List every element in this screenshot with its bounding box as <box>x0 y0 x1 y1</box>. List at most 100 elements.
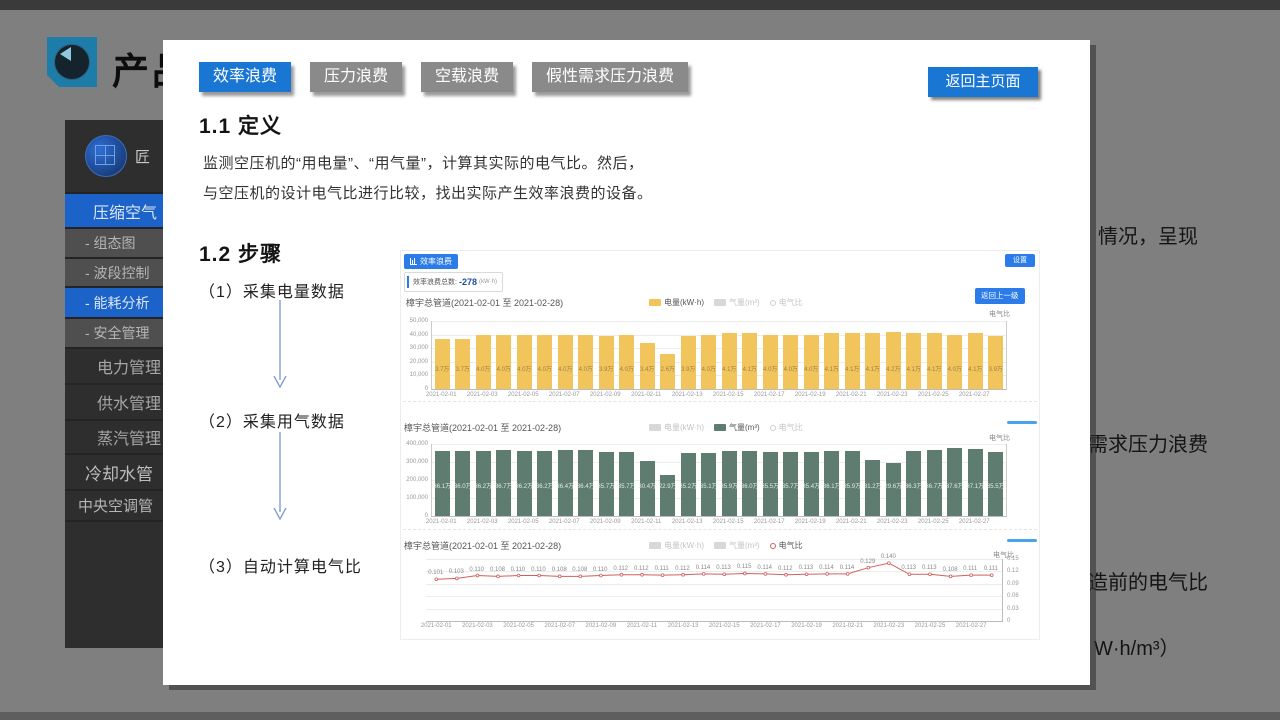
bar-value-label: 4.1万 <box>842 364 863 373</box>
bar: 4.0万 <box>558 335 573 389</box>
bar-value-label: 4.1万 <box>924 364 945 373</box>
x-axis-label: 2021-02-23 <box>867 623 911 629</box>
bar: 4.0万 <box>783 335 798 389</box>
bar-value-label: 4.0万 <box>555 364 576 373</box>
legend-label: 电量(kW·h) <box>664 540 704 551</box>
x-axis-label: 2021-02-23 <box>870 392 914 398</box>
bar: 35.4万 <box>804 452 819 516</box>
sidebar-item-energy-analysis[interactable]: - 能耗分析 <box>65 288 163 319</box>
section-divider <box>403 529 1037 530</box>
x-axis-label: 2021-02-01 <box>419 519 463 525</box>
sidebar-item-compressed-air[interactable]: 压缩空气 <box>65 194 163 229</box>
legend-item[interactable]: 电量(kW·h) <box>649 297 704 308</box>
y-axis-label: 300,000 <box>406 459 428 465</box>
x-axis-label: 2021-02-07 <box>538 623 582 629</box>
tab-pressure-waste[interactable]: 压力浪费 <box>310 62 402 92</box>
definition-line-1: 监测空压机的“用电量”、“用气量”，计算其实际的电气比。然后， <box>203 152 643 173</box>
chart-legend[interactable]: 电量(kW·h) 气量(m³) 电气比 <box>649 540 803 551</box>
bar: 4.2万 <box>886 332 901 389</box>
y-axis-label: 0.12 <box>1007 568 1019 574</box>
x-axis-label: 2021-02-13 <box>661 623 705 629</box>
settings-button[interactable]: 设置 <box>1005 254 1035 267</box>
legend-item[interactable]: 电量(kW·h) <box>649 422 704 433</box>
x-axis-label: 2021-02-21 <box>826 623 870 629</box>
bar-value-label: 4.0万 <box>760 364 781 373</box>
x-axis-label: 2021-02-15 <box>706 392 750 398</box>
bar-chart-icon <box>410 258 417 265</box>
bar-value-label: 4.0万 <box>534 364 555 373</box>
legend-item[interactable]: 电气比 <box>770 540 803 551</box>
tab-idle-waste[interactable]: 空载浪费 <box>421 62 513 92</box>
bar-value-label: 37.1万 <box>965 481 986 490</box>
bar: 36.0万 <box>742 451 757 516</box>
bar: 4.0万 <box>578 335 593 389</box>
bar-value-label: 3.7万 <box>432 364 453 373</box>
bar: 36.0万 <box>455 451 470 516</box>
summary-label: 效率浪费总数: <box>413 277 457 287</box>
sidebar-item-safety[interactable]: - 安全管理 <box>65 319 163 349</box>
bar: 4.0万 <box>496 335 511 389</box>
legend-item[interactable]: 气量(m³) <box>714 422 760 433</box>
y-axis-label: 0 <box>1007 618 1010 624</box>
bar: 35.7万 <box>619 452 634 516</box>
app-badge-label: 效率浪费 <box>420 256 452 267</box>
bar-value-label: 35.1万 <box>698 481 719 490</box>
chart-legend[interactable]: 电量(kW·h) 气量(m³) 电气比 <box>649 297 803 308</box>
return-home-button[interactable]: 返回主页面 <box>928 67 1038 97</box>
bar: 3.7万 <box>435 339 450 389</box>
bar-value-label: 4.1万 <box>965 364 986 373</box>
legend-item[interactable]: 气量(m³) <box>714 540 760 551</box>
sidebar-item-hvac[interactable]: 中央空调管 <box>65 491 163 522</box>
bg-text-2: 需求压力浪费 <box>1088 428 1208 457</box>
bar-value-label: 36.7万 <box>924 481 945 490</box>
bar-value-label: 3.7万 <box>452 364 473 373</box>
definition-heading: 1.1 定义 <box>199 110 282 140</box>
legend-swatch <box>714 299 726 306</box>
tab-false-demand-pressure-waste[interactable]: 假性需求压力浪费 <box>532 62 688 92</box>
sidebar-item-water-supply[interactable]: 供水管理 <box>65 385 163 421</box>
chart-legend[interactable]: 电量(kW·h) 气量(m³) 电气比 <box>649 422 803 433</box>
x-axis-label: 2021-02-11 <box>624 519 668 525</box>
legend-item[interactable]: 电气比 <box>770 422 803 433</box>
bar-value-label: 35.5万 <box>985 481 1006 490</box>
bar: 22.9万 <box>660 475 675 516</box>
legend-label: 电气比 <box>779 297 803 308</box>
plot-area: 0.150.120.090.060.0300.1010.1030.1100.10… <box>426 559 1003 622</box>
bar-value-label: 4.0万 <box>801 364 822 373</box>
chart-title: 樟宇总管道(2021-02-01 至 2021-02-28) <box>404 539 561 552</box>
x-axis-label: 2021-02-21 <box>829 392 873 398</box>
sidebar-item-cooling-water[interactable]: 冷却水管 <box>65 455 163 491</box>
bar: 36.3万 <box>906 451 921 516</box>
plot-area: 400,000300,000200,000100,000036.1万36.0万3… <box>431 444 1007 517</box>
back-level-button[interactable]: 返回上一级 <box>975 288 1025 304</box>
legend-item[interactable]: 电量(kW·h) <box>649 540 704 551</box>
bar: 37.1万 <box>968 449 983 516</box>
step-3: （3）自动计算电气比 <box>199 553 362 577</box>
legend-swatch <box>649 424 661 431</box>
sidebar-item-topology[interactable]: - 组态图 <box>65 229 163 259</box>
bar: 4.1万 <box>906 333 921 389</box>
sidebar-item-steam[interactable]: 蒸汽管理 <box>65 421 163 455</box>
bar-value-label: 3.4万 <box>637 364 658 373</box>
left-triangle-icon <box>60 47 71 61</box>
bar-value-label: 35.7万 <box>780 481 801 490</box>
bar-value-label: 4.0万 <box>493 364 514 373</box>
bar: 36.4万 <box>578 450 593 516</box>
bar: 3.9万 <box>988 336 1003 389</box>
bar-value-label: 36.7万 <box>493 481 514 490</box>
y-axis-label: 40,000 <box>410 332 428 338</box>
legend-item[interactable]: 电气比 <box>770 297 803 308</box>
slide-top-border <box>0 0 1280 10</box>
legend-item[interactable]: 气量(m³) <box>714 297 760 308</box>
x-axis-label: 2021-02-13 <box>665 392 709 398</box>
legend-label: 气量(m³) <box>729 540 760 551</box>
bar: 35.2万 <box>681 453 696 516</box>
legend-swatch <box>714 542 726 549</box>
sidebar-item-power[interactable]: 电力管理 <box>65 349 163 385</box>
bar-value-label: 4.0万 <box>780 364 801 373</box>
sidebar-item-band-control[interactable]: - 波段控制 <box>65 259 163 288</box>
step-1: （1）采集电量数据 <box>199 278 345 302</box>
back-icon[interactable] <box>47 37 97 87</box>
tab-efficiency-waste[interactable]: 效率浪费 <box>199 62 291 92</box>
flow-arrow-2 <box>273 430 287 522</box>
